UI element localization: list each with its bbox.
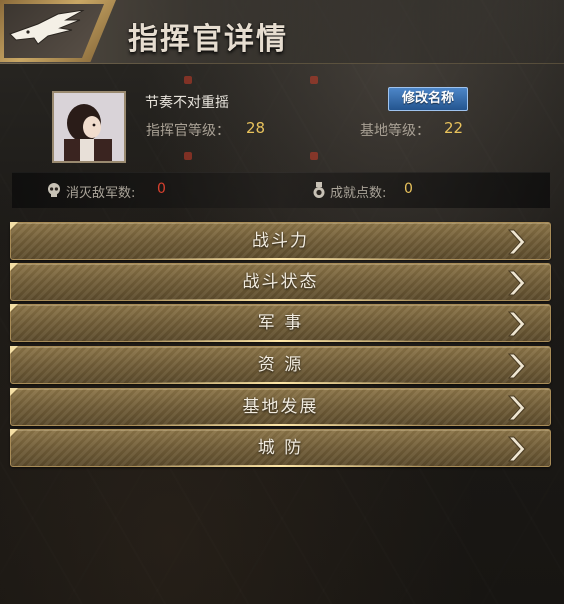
menu-item-label: 军 事 [257,313,304,333]
background-light [184,76,192,84]
avatar-image [54,93,124,161]
background-light [310,152,318,160]
chevron-right-icon [507,395,526,421]
background-light [184,152,192,160]
menu-item-label: 城 防 [257,438,304,458]
achievement-label: 成就点数: [330,186,387,201]
header-bar: 指挥官详情 [0,0,564,64]
kills-value: 0 [157,181,166,197]
chevron-right-icon [507,229,526,255]
eagle-icon [9,10,85,45]
menu-item-resources[interactable]: 资 源 [10,346,551,384]
achievement-value: 0 [404,181,413,197]
menu-item-label: 资 源 [257,355,304,375]
kills-label: 消灭敌军数: [66,186,136,201]
page-title: 指挥官详情 [128,22,288,57]
skull-icon [48,183,60,197]
commander-level-label: 指挥官等级： [146,123,230,139]
commander-level-value: 28 [246,119,266,137]
menu-item-base-development[interactable]: 基地发展 [10,388,551,426]
chevron-right-icon [507,353,526,379]
menu-item-military[interactable]: 军 事 [10,304,551,342]
base-level-label: 基地等级： [360,123,430,139]
logo-frame [0,0,116,62]
commander-name: 节奏不对重摇 [145,95,229,111]
chevron-right-icon [507,270,526,296]
menu-item-label: 战斗力 [252,231,309,251]
avatar[interactable] [52,91,126,163]
background-light [310,76,318,84]
menu-item-city-defense[interactable]: 城 防 [10,429,551,467]
rename-button[interactable]: 修改名称 [388,87,468,111]
chevron-right-icon [507,311,526,337]
medal-icon [313,182,325,198]
menu-item-combat-power[interactable]: 战斗力 [10,222,551,260]
menu-item-label: 战斗状态 [242,272,319,292]
menu-item-label: 基地发展 [242,397,319,417]
menu-item-combat-status[interactable]: 战斗状态 [10,263,551,301]
chevron-right-icon [507,436,526,462]
base-level-value: 22 [444,119,464,137]
